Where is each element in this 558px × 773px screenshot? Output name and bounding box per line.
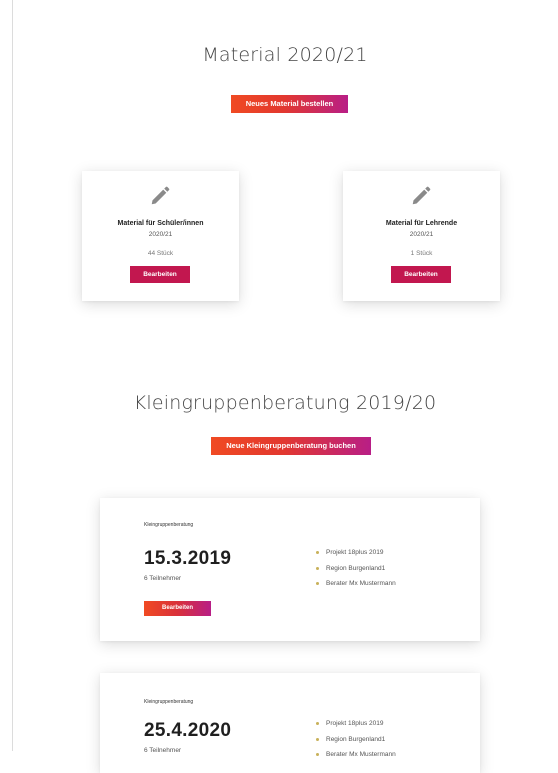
booking-participants: 6 Teilnehmer <box>144 575 182 582</box>
detail-text: Region Burgenland1 <box>326 564 386 572</box>
bullet-icon <box>316 737 319 741</box>
list-item: Berater Mx Mustermann <box>316 576 396 592</box>
booking-details-list: Projekt 18plus 2019 Region Burgenland1 B… <box>316 545 396 592</box>
list-item: Projekt 18plus 2019 <box>316 716 396 732</box>
list-item: Berater Mx Mustermann <box>316 747 396 763</box>
pencil-icon <box>151 186 170 205</box>
bullet-icon <box>316 753 319 756</box>
list-item: Region Burgenland1 <box>316 561 396 577</box>
booking-type-label: Kleingruppenberatung <box>144 699 194 705</box>
booking-card: Kleingruppenberatung 15.3.2019 6 Teilneh… <box>100 498 480 641</box>
booking-type-label: Kleingruppenberatung <box>144 522 194 528</box>
booking-date: 25.4.2020 <box>144 720 232 741</box>
booking-date: 15.3.2019 <box>144 548 232 569</box>
list-item: Region Burgenland1 <box>316 732 396 748</box>
order-material-button[interactable]: Neues Material bestellen <box>231 95 348 113</box>
list-item: Projekt 18plus 2019 <box>316 545 396 561</box>
material-card-year: 2020/21 <box>148 231 173 238</box>
bullet-icon <box>316 722 319 725</box>
material-card-title: Material für Lehrende <box>385 220 458 227</box>
material-card-title: Material für Schüler/innen <box>117 220 204 227</box>
bullet-icon <box>316 582 319 585</box>
pencil-icon <box>412 186 431 205</box>
detail-text: Region Burgenland1 <box>326 735 386 743</box>
detail-text: Projekt 18plus 2019 <box>326 720 384 727</box>
left-divider <box>12 0 13 751</box>
booking-details-list: Projekt 18plus 2019 Region Burgenland1 B… <box>316 716 396 763</box>
material-section-title: Material 2020/21 <box>202 44 368 66</box>
edit-button[interactable]: Bearbeiten <box>144 601 211 616</box>
booking-card: Kleingruppenberatung 25.4.2020 6 Teilneh… <box>100 673 480 773</box>
detail-text: Berater Mx Mustermann <box>326 580 396 587</box>
book-consulting-button[interactable]: Neue Kleingruppenberatung buchen <box>211 437 371 455</box>
material-card-teachers: Material für Lehrende 2020/21 1 Stück Be… <box>343 171 500 301</box>
detail-text: Berater Mx Mustermann <box>326 751 396 758</box>
consulting-section-title: Kleingruppenberatung 2019/20 <box>133 392 437 414</box>
material-card-year: 2020/21 <box>409 231 434 238</box>
bullet-icon <box>316 551 319 554</box>
edit-button[interactable]: Bearbeiten <box>130 266 190 283</box>
material-card-students: Material für Schüler/innen 2020/21 44 St… <box>82 171 239 301</box>
edit-button[interactable]: Bearbeiten <box>391 266 451 283</box>
material-card-count: 44 Stück <box>147 250 174 257</box>
bullet-icon <box>316 566 319 570</box>
material-card-count: 1 Stück <box>410 250 433 257</box>
detail-text: Projekt 18plus 2019 <box>326 549 384 556</box>
